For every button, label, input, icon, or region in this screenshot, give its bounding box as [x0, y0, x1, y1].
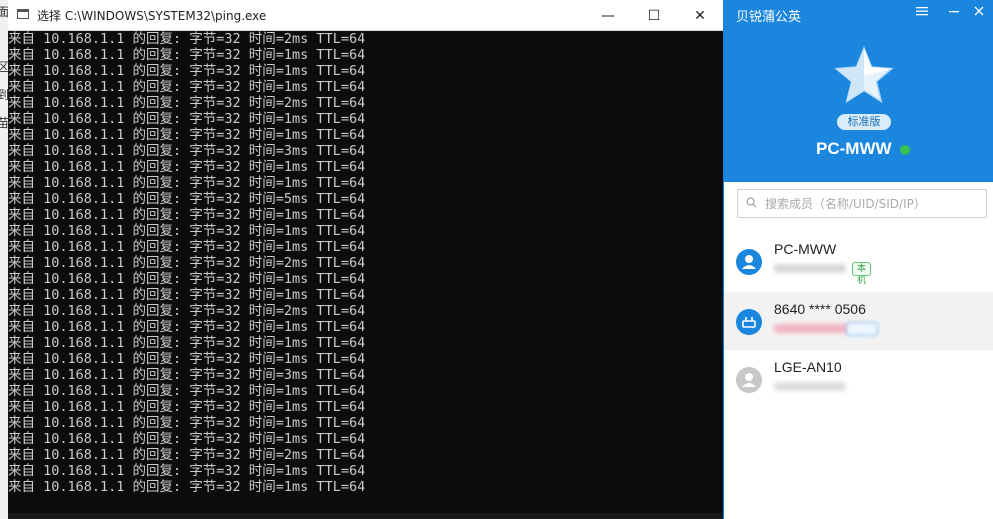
- ping-reply-line: 来自 10.168.1.1 的回复: 字节=32 时间=1ms TTL=64: [8, 287, 366, 303]
- console-app-icon: [17, 9, 29, 19]
- ping-reply-line: 来自 10.168.1.1 的回复: 字节=32 时间=1ms TTL=64: [8, 431, 366, 447]
- edition-badge: 标准版: [837, 114, 891, 130]
- panel-close-button[interactable]: [969, 4, 989, 22]
- minimize-icon: —: [601, 7, 615, 24]
- online-status-dot: [900, 145, 910, 155]
- ping-reply-line: 来自 10.168.1.1 的回复: 字节=32 时间=1ms TTL=64: [8, 271, 366, 287]
- background-app-edge: 面 区 到 苗: [0, 0, 9, 519]
- ping-reply-line: 来自 10.168.1.1 的回复: 字节=32 时间=2ms TTL=64: [8, 95, 366, 111]
- close-icon: [974, 6, 984, 16]
- console-titlebar[interactable]: 选择 C:\WINDOWS\SYSTEM32\ping.exe — ☐ ✕: [8, 0, 723, 31]
- member-tag: 本机: [852, 262, 872, 286]
- member-search[interactable]: [737, 189, 987, 218]
- ping-reply-line: 来自 10.168.1.1 的回复: 字节=32 时间=1ms TTL=64: [8, 351, 366, 367]
- minimize-icon: [949, 11, 959, 13]
- ping-reply-line: 来自 10.168.1.1 的回复: 字节=32 时间=1ms TTL=64: [8, 415, 366, 431]
- ping-reply-line: 来自 10.168.1.1 的回复: 字节=32 时间=1ms TTL=64: [8, 399, 366, 415]
- ping-reply-line: 来自 10.168.1.1 的回复: 字节=32 时间=1ms TTL=64: [8, 111, 366, 127]
- console-title: 选择 C:\WINDOWS\SYSTEM32\ping.exe: [37, 9, 267, 23]
- ping-reply-line: 来自 10.168.1.1 的回复: 字节=32 时间=1ms TTL=64: [8, 479, 366, 495]
- minimize-button[interactable]: —: [585, 0, 631, 31]
- ping-reply-line: 来自 10.168.1.1 的回复: 字节=32 时间=1ms TTL=64: [8, 207, 366, 223]
- panel-minimize-button[interactable]: [944, 4, 964, 22]
- ping-reply-line: 来自 10.168.1.1 的回复: 字节=32 时间=1ms TTL=64: [8, 335, 366, 351]
- close-icon: ✕: [694, 7, 706, 24]
- ping-reply-line: 来自 10.168.1.1 的回复: 字节=32 时间=5ms TTL=64: [8, 191, 366, 207]
- ping-reply-line: 来自 10.168.1.1 的回复: 字节=32 时间=1ms TTL=64: [8, 63, 366, 79]
- user-avatar-icon: [736, 367, 762, 393]
- app-title: 贝锐蒲公英: [736, 10, 802, 25]
- ping-reply-line: 来自 10.168.1.1 的回复: 字节=32 时间=2ms TTL=64: [8, 31, 366, 47]
- close-button[interactable]: ✕: [677, 0, 723, 31]
- ping-reply-line: 来自 10.168.1.1 的回复: 字节=32 时间=3ms TTL=64: [8, 143, 366, 159]
- console-bottom-edge: [8, 513, 723, 519]
- ping-reply-line: 来自 10.168.1.1 的回复: 字节=32 时间=1ms TTL=64: [8, 47, 366, 63]
- hamburger-icon: [916, 7, 928, 16]
- ping-reply-line: 来自 10.168.1.1 的回复: 字节=32 时间=2ms TTL=64: [8, 255, 366, 271]
- ping-console-window[interactable]: 选择 C:\WINDOWS\SYSTEM32\ping.exe — ☐ ✕ 来自…: [8, 0, 723, 519]
- menu-button[interactable]: [912, 4, 932, 22]
- ping-reply-line: 来自 10.168.1.1 的回复: 字节=32 时间=1ms TTL=64: [8, 383, 366, 399]
- member-row[interactable]: LGE-AN10: [724, 350, 993, 408]
- ping-reply-line: 来自 10.168.1.1 的回复: 字节=32 时间=3ms TTL=64: [8, 367, 366, 383]
- member-name: 8640 **** 0506: [774, 301, 866, 317]
- ping-reply-line: 来自 10.168.1.1 的回复: 字节=32 时间=1ms TTL=64: [8, 223, 366, 239]
- device-name: PC-MWW: [816, 139, 892, 158]
- search-input[interactable]: [765, 194, 980, 213]
- member-row[interactable]: PC-MWW 本机: [724, 232, 993, 290]
- edition-star-icon: [834, 45, 894, 104]
- ping-reply-line: 来自 10.168.1.1 的回复: 字节=32 时间=1ms TTL=64: [8, 239, 366, 255]
- member-name: LGE-AN10: [774, 359, 842, 375]
- ping-reply-line: 来自 10.168.1.1 的回复: 字节=32 时间=1ms TTL=64: [8, 175, 366, 191]
- ping-reply-line: 来自 10.168.1.1 的回复: 字节=32 时间=1ms TTL=64: [8, 79, 366, 95]
- search-icon: [746, 197, 757, 208]
- member-row[interactable]: 8640 **** 0506: [724, 292, 993, 350]
- member-tag: [846, 322, 878, 336]
- ping-reply-line: 来自 10.168.1.1 的回复: 字节=32 时间=1ms TTL=64: [8, 463, 366, 479]
- router-avatar-icon: [736, 309, 762, 335]
- maximize-button[interactable]: ☐: [631, 0, 677, 31]
- ping-reply-line: 来自 10.168.1.1 的回复: 字节=32 时间=1ms TTL=64: [8, 159, 366, 175]
- ping-reply-line: 来自 10.168.1.1 的回复: 字节=32 时间=2ms TTL=64: [8, 447, 366, 463]
- ping-reply-line: 来自 10.168.1.1 的回复: 字节=32 时间=2ms TTL=64: [8, 303, 366, 319]
- user-avatar-icon: [736, 249, 762, 275]
- maximize-icon: ☐: [647, 7, 661, 24]
- panel-header: 贝锐蒲公英 标准版 PC-MWW: [724, 0, 993, 182]
- ping-reply-line: 来自 10.168.1.1 的回复: 字节=32 时间=1ms TTL=64: [8, 127, 366, 143]
- pgy-panel: 贝锐蒲公英 标准版 PC-MWW 搜索成员（名称/UID/SID/IP） PC-…: [723, 0, 993, 519]
- ping-reply-line: 来自 10.168.1.1 的回复: 字节=32 时间=1ms TTL=64: [8, 319, 366, 335]
- console-output[interactable]: 来自 10.168.1.1 的回复: 字节=32 时间=2ms TTL=64 来自…: [8, 31, 723, 519]
- member-name: PC-MWW: [774, 241, 837, 257]
